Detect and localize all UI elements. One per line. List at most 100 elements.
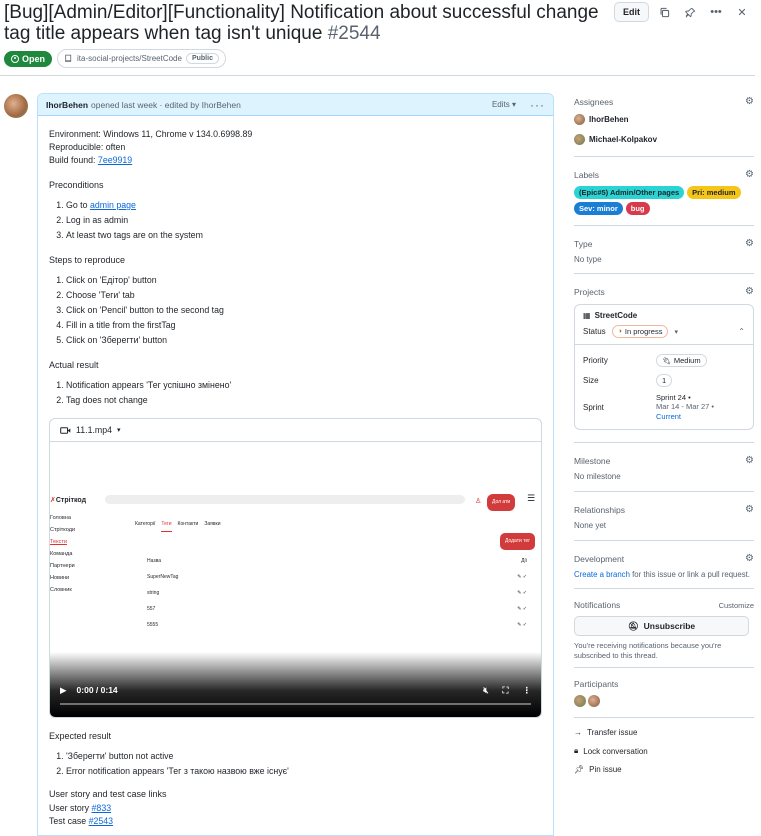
video-row-name: 557 [147, 606, 156, 613]
table-icon: ▦ [583, 311, 591, 320]
close-icon[interactable]: ✕ [731, 2, 753, 22]
gear-icon[interactable]: ⚙ [745, 553, 754, 564]
chevron-up-icon[interactable]: ⌃ [738, 327, 745, 336]
video-logo-text: Стріткод [55, 497, 87, 505]
assignee-item[interactable]: Michael-Kolpakov [574, 134, 754, 145]
chevron-down-icon[interactable]: ▾ [674, 328, 678, 336]
project-card: ▦ StreetCode Status ◑ In progress ▾ ⌃ Prio… [574, 304, 754, 430]
state-badge: Open [4, 50, 53, 67]
video-more-icon[interactable]: ⋮ [523, 684, 532, 697]
edit-button[interactable]: Edit [614, 2, 649, 22]
video-filename[interactable]: 11.1.mp4 [76, 424, 112, 437]
project-title-row[interactable]: ▦ StreetCode [583, 311, 745, 320]
avatar[interactable] [574, 695, 586, 707]
admin-page-link[interactable]: admin page [90, 200, 136, 210]
type-header[interactable]: Type ⚙ [574, 238, 754, 249]
video-progress-bar[interactable] [60, 703, 531, 706]
steps-heading: Steps to reproduce [49, 254, 126, 265]
copy-icon[interactable] [653, 2, 675, 22]
fullscreen-icon[interactable]: ⛶ [503, 684, 509, 697]
video-table-row: 5555 ✎ ✓ [147, 619, 527, 635]
list-item: Go to admin page [66, 198, 542, 213]
build-link[interactable]: 7ee9919 [98, 155, 132, 165]
assignee-name[interactable]: Michael-Kolpakov [589, 135, 657, 144]
comment-menu-icon[interactable]: ··· [530, 98, 545, 112]
projects-header[interactable]: Projects ⚙ [574, 286, 754, 297]
gear-icon[interactable]: ⚙ [745, 238, 754, 249]
video-right-controls: 🔇︎ ⛶ ⋮ [483, 684, 531, 697]
participants-avatars [574, 695, 754, 707]
gear-icon[interactable]: ⚙ [745, 96, 754, 107]
video-row-icons: ✎ ✓ [517, 606, 527, 613]
play-icon[interactable]: ▶ [60, 684, 67, 697]
size-row[interactable]: Size 1 [583, 370, 745, 391]
gear-icon[interactable]: ⚙ [745, 455, 754, 466]
sprint-current: Current [656, 411, 682, 421]
avatar[interactable] [588, 695, 600, 707]
unsubscribe-button[interactable]: 🔕︎ Unsubscribe [574, 616, 749, 636]
kebab-menu-icon[interactable]: ••• [705, 2, 727, 22]
preconditions-heading: Preconditions [49, 180, 104, 190]
repo-pill[interactable]: ita-social-projects/StreetCode Public [57, 49, 226, 68]
test-case-link[interactable]: #2543 [89, 816, 113, 826]
development-header[interactable]: Development ⚙ [574, 553, 754, 564]
customize-link[interactable]: Customize [719, 601, 754, 610]
edits-dropdown[interactable]: Edits ▾ [492, 100, 516, 109]
gear-icon[interactable]: ⚙ [745, 504, 754, 515]
mute-icon[interactable]: 🔇︎ [483, 684, 488, 697]
author-avatar[interactable] [4, 94, 28, 118]
comment-meta: opened last week · edited by IhorBehen [91, 99, 241, 110]
assignee-name[interactable]: IhorBehen [589, 115, 629, 124]
repo-name[interactable]: ita-social-projects/StreetCode [77, 54, 182, 63]
transfer-issue-action[interactable]: → Transfer issue [574, 728, 754, 737]
video-side-item: Словник [50, 587, 72, 594]
repro-text: Reproducible: often [49, 142, 126, 152]
gear-icon[interactable]: ⚙ [745, 286, 754, 297]
label-badge[interactable]: Pri: medium [687, 186, 741, 199]
priority-pill[interactable]: 🔌︎ Medium [656, 354, 707, 367]
create-branch-link[interactable]: Create a branch [574, 570, 630, 579]
header-divider [0, 75, 755, 76]
issue-title-text: [Bug][Admin/Editor][Functionality] Notif… [4, 2, 599, 44]
video-row-name: 5555 [147, 622, 159, 629]
env-text: Environment: Windows 11, Chrome v 134.0.… [49, 129, 253, 139]
issue-number: #2544 [327, 23, 381, 44]
label-badge[interactable]: (Epic#5) Admin/Other pages [574, 186, 685, 199]
edits-label: Edits [491, 100, 510, 109]
assignee-item[interactable]: IhorBehen [574, 114, 754, 125]
lock-icon: 🔒︎ [574, 746, 579, 755]
relationships-header[interactable]: Relationships ⚙ [574, 504, 754, 515]
list-item: Notification appears 'Тег успішно змінен… [66, 378, 542, 393]
sprint-row[interactable]: Sprint Sprint 24 • Mar 14 - Mar 27 • Cur… [583, 391, 745, 423]
pin-issue-action[interactable]: 📌︎ Pin issue [574, 765, 754, 774]
labels-header[interactable]: Labels ⚙ [574, 169, 754, 180]
video-header[interactable]: 11.1.mp4 ▾ [50, 419, 541, 443]
sprint-label: Sprint [583, 402, 604, 412]
notifications-title: Notifications [574, 600, 621, 610]
priority-value: Medium [673, 356, 701, 365]
type-title: Type [574, 238, 593, 249]
assignees-header[interactable]: Assignees ⚙ [574, 96, 754, 107]
participants-section: Participants [574, 668, 754, 718]
video-side-item: Команда [50, 551, 73, 558]
user-story-link[interactable]: #833 [92, 803, 112, 813]
video-player[interactable]: ✗Стріткод ♙ Дол ати ☰ Головна Стріткоди … [50, 442, 541, 718]
gear-icon[interactable]: ⚙ [745, 169, 754, 180]
milestone-header[interactable]: Milestone ⚙ [574, 455, 754, 466]
video-row-name: string [147, 590, 160, 597]
avatar [574, 134, 585, 145]
label-badge[interactable]: Sev: minor [574, 202, 623, 215]
pin-icon[interactable] [679, 2, 701, 22]
size-pill[interactable]: 1 [656, 374, 673, 387]
label-badge[interactable]: bug [625, 202, 650, 215]
comment-author[interactable]: IhorBehen [46, 100, 88, 110]
lock-conversation-action[interactable]: 🔒︎ Lock conversation [574, 746, 754, 756]
priority-row[interactable]: Priority 🔌︎ Medium [583, 351, 745, 370]
status-pill[interactable]: ◑ In progress [611, 325, 669, 338]
list-item: Click on 'Зберегти' button [66, 333, 542, 348]
status-value: In progress [624, 327, 663, 336]
state-label: Open [22, 53, 46, 64]
milestone-section: Milestone ⚙ No milestone [574, 443, 754, 492]
development-text: Create a branch for this issue or link a… [574, 570, 754, 579]
project-name[interactable]: StreetCode [595, 311, 638, 320]
